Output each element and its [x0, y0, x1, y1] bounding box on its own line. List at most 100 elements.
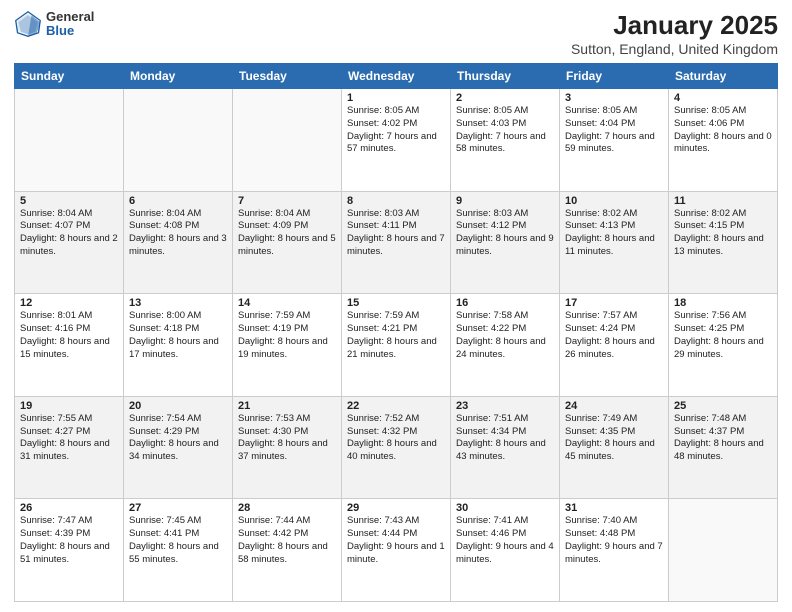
calendar-table: Sunday Monday Tuesday Wednesday Thursday… — [14, 63, 778, 602]
day-info: Sunrise: 7:48 AM Sunset: 4:37 PM Dayligh… — [674, 413, 772, 464]
header: General Blue January 2025 Sutton, Englan… — [14, 10, 778, 57]
day-number: 25 — [674, 400, 772, 412]
table-row: 24Sunrise: 7:49 AM Sunset: 4:35 PM Dayli… — [560, 396, 669, 499]
day-info: Sunrise: 8:04 AM Sunset: 4:08 PM Dayligh… — [129, 208, 227, 259]
calendar-header-row: Sunday Monday Tuesday Wednesday Thursday… — [15, 64, 778, 89]
day-number: 21 — [238, 400, 336, 412]
day-number: 13 — [129, 297, 227, 309]
day-number: 29 — [347, 502, 445, 514]
day-info: Sunrise: 7:40 AM Sunset: 4:48 PM Dayligh… — [565, 515, 663, 566]
table-row: 3Sunrise: 8:05 AM Sunset: 4:04 PM Daylig… — [560, 89, 669, 192]
calendar-week-row: 19Sunrise: 7:55 AM Sunset: 4:27 PM Dayli… — [15, 396, 778, 499]
day-info: Sunrise: 7:56 AM Sunset: 4:25 PM Dayligh… — [674, 310, 772, 361]
calendar-title: January 2025 — [571, 10, 778, 41]
day-info: Sunrise: 7:53 AM Sunset: 4:30 PM Dayligh… — [238, 413, 336, 464]
day-number: 14 — [238, 297, 336, 309]
day-number: 7 — [238, 195, 336, 207]
table-row — [233, 89, 342, 192]
table-row: 29Sunrise: 7:43 AM Sunset: 4:44 PM Dayli… — [342, 499, 451, 602]
day-info: Sunrise: 7:44 AM Sunset: 4:42 PM Dayligh… — [238, 515, 336, 566]
day-info: Sunrise: 7:54 AM Sunset: 4:29 PM Dayligh… — [129, 413, 227, 464]
day-number: 22 — [347, 400, 445, 412]
table-row: 11Sunrise: 8:02 AM Sunset: 4:15 PM Dayli… — [669, 191, 778, 294]
day-info: Sunrise: 7:57 AM Sunset: 4:24 PM Dayligh… — [565, 310, 663, 361]
table-row: 2Sunrise: 8:05 AM Sunset: 4:03 PM Daylig… — [451, 89, 560, 192]
day-number: 24 — [565, 400, 663, 412]
day-info: Sunrise: 8:05 AM Sunset: 4:06 PM Dayligh… — [674, 105, 772, 156]
table-row: 31Sunrise: 7:40 AM Sunset: 4:48 PM Dayli… — [560, 499, 669, 602]
day-info: Sunrise: 7:59 AM Sunset: 4:21 PM Dayligh… — [347, 310, 445, 361]
table-row: 6Sunrise: 8:04 AM Sunset: 4:08 PM Daylig… — [124, 191, 233, 294]
day-number: 3 — [565, 92, 663, 104]
day-number: 5 — [20, 195, 118, 207]
table-row: 1Sunrise: 8:05 AM Sunset: 4:02 PM Daylig… — [342, 89, 451, 192]
day-number: 30 — [456, 502, 554, 514]
table-row: 14Sunrise: 7:59 AM Sunset: 4:19 PM Dayli… — [233, 294, 342, 397]
day-number: 17 — [565, 297, 663, 309]
col-wednesday: Wednesday — [342, 64, 451, 89]
day-number: 20 — [129, 400, 227, 412]
day-info: Sunrise: 8:05 AM Sunset: 4:03 PM Dayligh… — [456, 105, 554, 156]
table-row: 8Sunrise: 8:03 AM Sunset: 4:11 PM Daylig… — [342, 191, 451, 294]
logo-text: General Blue — [46, 10, 94, 39]
day-info: Sunrise: 8:05 AM Sunset: 4:02 PM Dayligh… — [347, 105, 445, 156]
day-number: 12 — [20, 297, 118, 309]
day-number: 4 — [674, 92, 772, 104]
day-info: Sunrise: 8:04 AM Sunset: 4:09 PM Dayligh… — [238, 208, 336, 259]
day-info: Sunrise: 8:00 AM Sunset: 4:18 PM Dayligh… — [129, 310, 227, 361]
table-row: 20Sunrise: 7:54 AM Sunset: 4:29 PM Dayli… — [124, 396, 233, 499]
day-info: Sunrise: 8:04 AM Sunset: 4:07 PM Dayligh… — [20, 208, 118, 259]
day-info: Sunrise: 8:03 AM Sunset: 4:11 PM Dayligh… — [347, 208, 445, 259]
day-number: 26 — [20, 502, 118, 514]
day-info: Sunrise: 7:59 AM Sunset: 4:19 PM Dayligh… — [238, 310, 336, 361]
day-number: 19 — [20, 400, 118, 412]
table-row: 27Sunrise: 7:45 AM Sunset: 4:41 PM Dayli… — [124, 499, 233, 602]
day-number: 10 — [565, 195, 663, 207]
logo-icon — [14, 10, 42, 38]
logo-general-text: General — [46, 10, 94, 24]
table-row: 22Sunrise: 7:52 AM Sunset: 4:32 PM Dayli… — [342, 396, 451, 499]
table-row: 12Sunrise: 8:01 AM Sunset: 4:16 PM Dayli… — [15, 294, 124, 397]
logo-blue-text: Blue — [46, 24, 94, 38]
day-info: Sunrise: 7:51 AM Sunset: 4:34 PM Dayligh… — [456, 413, 554, 464]
table-row: 9Sunrise: 8:03 AM Sunset: 4:12 PM Daylig… — [451, 191, 560, 294]
calendar-week-row: 26Sunrise: 7:47 AM Sunset: 4:39 PM Dayli… — [15, 499, 778, 602]
title-block: January 2025 Sutton, England, United Kin… — [571, 10, 778, 57]
day-number: 11 — [674, 195, 772, 207]
table-row: 25Sunrise: 7:48 AM Sunset: 4:37 PM Dayli… — [669, 396, 778, 499]
day-number: 28 — [238, 502, 336, 514]
day-number: 2 — [456, 92, 554, 104]
day-number: 16 — [456, 297, 554, 309]
col-thursday: Thursday — [451, 64, 560, 89]
table-row: 30Sunrise: 7:41 AM Sunset: 4:46 PM Dayli… — [451, 499, 560, 602]
day-info: Sunrise: 7:52 AM Sunset: 4:32 PM Dayligh… — [347, 413, 445, 464]
day-number: 31 — [565, 502, 663, 514]
day-info: Sunrise: 7:55 AM Sunset: 4:27 PM Dayligh… — [20, 413, 118, 464]
col-monday: Monday — [124, 64, 233, 89]
calendar-week-row: 5Sunrise: 8:04 AM Sunset: 4:07 PM Daylig… — [15, 191, 778, 294]
calendar-week-row: 1Sunrise: 8:05 AM Sunset: 4:02 PM Daylig… — [15, 89, 778, 192]
table-row: 23Sunrise: 7:51 AM Sunset: 4:34 PM Dayli… — [451, 396, 560, 499]
table-row: 18Sunrise: 7:56 AM Sunset: 4:25 PM Dayli… — [669, 294, 778, 397]
table-row: 19Sunrise: 7:55 AM Sunset: 4:27 PM Dayli… — [15, 396, 124, 499]
col-tuesday: Tuesday — [233, 64, 342, 89]
day-info: Sunrise: 7:45 AM Sunset: 4:41 PM Dayligh… — [129, 515, 227, 566]
day-number: 18 — [674, 297, 772, 309]
table-row — [124, 89, 233, 192]
table-row: 26Sunrise: 7:47 AM Sunset: 4:39 PM Dayli… — [15, 499, 124, 602]
day-number: 6 — [129, 195, 227, 207]
table-row — [15, 89, 124, 192]
day-info: Sunrise: 7:49 AM Sunset: 4:35 PM Dayligh… — [565, 413, 663, 464]
logo: General Blue — [14, 10, 94, 39]
day-number: 27 — [129, 502, 227, 514]
day-number: 1 — [347, 92, 445, 104]
table-row: 7Sunrise: 8:04 AM Sunset: 4:09 PM Daylig… — [233, 191, 342, 294]
calendar-week-row: 12Sunrise: 8:01 AM Sunset: 4:16 PM Dayli… — [15, 294, 778, 397]
day-info: Sunrise: 8:02 AM Sunset: 4:15 PM Dayligh… — [674, 208, 772, 259]
page: General Blue January 2025 Sutton, Englan… — [0, 0, 792, 612]
table-row: 13Sunrise: 8:00 AM Sunset: 4:18 PM Dayli… — [124, 294, 233, 397]
day-info: Sunrise: 8:05 AM Sunset: 4:04 PM Dayligh… — [565, 105, 663, 156]
table-row: 28Sunrise: 7:44 AM Sunset: 4:42 PM Dayli… — [233, 499, 342, 602]
day-info: Sunrise: 8:02 AM Sunset: 4:13 PM Dayligh… — [565, 208, 663, 259]
table-row: 4Sunrise: 8:05 AM Sunset: 4:06 PM Daylig… — [669, 89, 778, 192]
